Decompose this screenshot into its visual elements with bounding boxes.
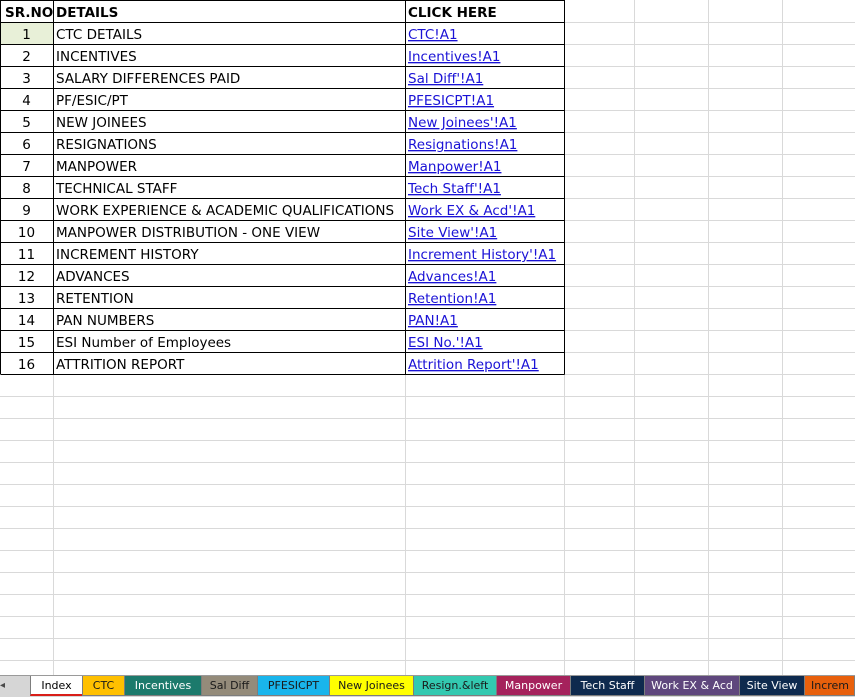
sheet-tab-sal-diff[interactable]: Sal Diff [201,676,257,696]
sheet-tab-bar: ◂ Index CTC Incentives Sal Diff PFESICPT New … [0,675,855,697]
sheet-tab-incentives[interactable]: Incentives [124,676,201,696]
hyperlink-cell[interactable]: Site View'!A1 [408,225,497,241]
hyperlink-cell[interactable]: Resignations!A1 [408,137,517,153]
sheet-tab-new-joinees[interactable]: New Joinees [329,676,413,696]
cell-details: MANPOWER DISTRIBUTION - ONE VIEW [56,225,320,241]
cell-sr-no: 11 [18,247,35,263]
cell-sr-no: 10 [18,225,35,241]
cell-details: ATTRITION REPORT [56,357,185,373]
sheet-tab-label: CTC [92,679,115,692]
sheet-tab-increm[interactable]: Increm [804,676,855,696]
hyperlink-cell[interactable]: Sal Diff'!A1 [408,71,483,87]
header-sr-no: SR.NO [5,5,53,21]
sheet-tab-site-view[interactable]: Site View [739,676,804,696]
cell-sr-no: 9 [22,203,31,219]
cell-details: SALARY DIFFERENCES PAID [56,71,240,87]
cell-details: RESIGNATIONS [56,137,157,153]
cell-sr-no: 1 [22,27,31,43]
hyperlink-cell[interactable]: Retention!A1 [408,291,496,307]
sheet-tab-label: PFESICPT [267,679,320,692]
hyperlink-cell[interactable]: Work EX & Acd'!A1 [408,203,535,219]
cell-sr-no: 14 [18,313,35,329]
sheet-tab-label: Index [41,679,72,692]
hyperlink-cell[interactable]: Tech Staff'!A1 [407,181,501,197]
hyperlink-cell[interactable]: Incentives!A1 [408,49,500,65]
sheet-tab-label: Sal Diff [209,679,250,692]
hyperlink-cell[interactable]: PFESICPT!A1 [408,93,494,109]
sheet-tab-label: Site View [746,679,798,692]
header-details: DETAILS [56,5,118,21]
spreadsheet-grid[interactable]: SR.NO DETAILS CLICK HERE 1 CTC DETAILS CTC!A1… [0,0,855,675]
cell-details: MANPOWER [56,159,137,175]
cell-sr-no: 7 [22,159,31,175]
cell-details: ESI Number of Employees [56,335,231,351]
sheet-tab-label: Manpower [504,679,563,692]
cell-sr-no: 5 [22,115,31,131]
chevron-left-icon[interactable]: ◂ [0,678,8,694]
cell-sr-no: 15 [18,335,35,351]
hyperlink-cell[interactable]: Attrition Report'!A1 [408,357,539,373]
header-click-here: CLICK HERE [408,5,497,21]
hyperlink-cell[interactable]: Manpower!A1 [408,159,501,175]
cell-details: ADVANCES [56,269,130,285]
cell-sr-no: 2 [22,49,31,65]
cell-details: PAN NUMBERS [56,313,154,329]
cell-sr-no: 12 [18,269,35,285]
cell-details: INCREMENT HISTORY [56,247,199,263]
hyperlink-cell[interactable]: New Joinees'!A1 [408,115,517,131]
sheet-tab-tech-staff[interactable]: Tech Staff [570,676,644,696]
sheet-tab-label: Tech Staff [580,679,635,692]
cell-details: CTC DETAILS [56,27,142,43]
hyperlink-cell[interactable]: Increment History'!A1 [408,247,556,263]
sheet-tab-label: Work EX & Acd [651,679,733,692]
hyperlink-cell[interactable]: ESI No.'!A1 [408,335,483,351]
cell-sr-no: 8 [22,181,31,197]
cell-details: INCENTIVES [56,49,137,65]
sheet-tab-label: Increm [810,679,850,692]
sheet-tab-work-ex-acd[interactable]: Work EX & Acd [644,676,739,696]
hyperlink-cell[interactable]: Advances!A1 [408,269,496,285]
cell-sr-no: 6 [22,137,31,153]
cell-sr-no: 4 [22,93,31,109]
cell-details: TECHNICAL STAFF [55,181,177,197]
hyperlink-cell[interactable]: PAN!A1 [408,313,458,329]
sheet-tab-label: Incentives [134,679,192,692]
cell-details: NEW JOINEES [56,115,147,131]
cell-details: RETENTION [56,291,134,307]
sheet-tab-label: New Joinees [338,679,405,692]
cell-details: WORK EXPERIENCE & ACADEMIC QUALIFICATION… [56,203,394,219]
cell-sr-no: 13 [18,291,35,307]
hyperlink-cell[interactable]: CTC!A1 [408,27,458,43]
sheet-tab-pfesicpt[interactable]: PFESICPT [257,676,329,696]
cell-sr-no: 16 [18,357,35,373]
sheet-tab-manpower[interactable]: Manpower [496,676,570,696]
cell-details: PF/ESIC/PT [56,93,129,109]
sheet-tab-ctc[interactable]: CTC [82,676,124,696]
sheet-tab-resign-left[interactable]: Resign.&left [413,676,496,696]
sheet-tab-index[interactable]: Index [30,676,82,696]
sheet-tab-label: Resign.&left [421,679,489,692]
cell-sr-no: 3 [22,71,31,87]
